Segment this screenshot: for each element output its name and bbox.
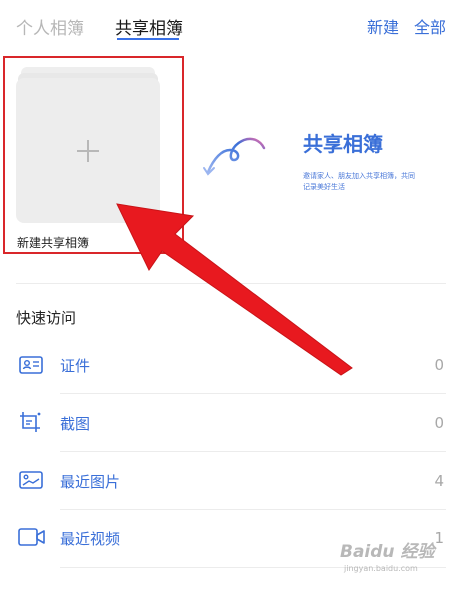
quick-access-count: 4 [434,472,444,490]
divider [16,283,446,284]
active-tab-indicator [117,38,179,40]
quick-access-count: 1 [434,529,444,547]
quick-access-count: 0 [434,356,444,374]
promo-title: 共享相簿 [303,132,383,156]
quick-access-title: 快速访问 [16,309,77,327]
new-button[interactable]: 新建 [367,14,399,38]
watermark-logo-text: Baidu 经验 [340,542,435,562]
baidu-watermark: Baidu 经验 jingyan.baidu.com [340,537,435,573]
annotation-highlight-box [3,56,184,254]
divider [60,509,446,510]
quick-access-label: 截图 [60,415,91,433]
tab-personal-albums[interactable]: 个人相簿 [16,14,84,39]
quick-access-count: 0 [434,414,444,432]
image-icon [19,471,43,489]
tab-shared-albums[interactable]: 共享相簿 [115,14,183,39]
divider [60,451,446,452]
divider [60,393,446,394]
watermark-url: jingyan.baidu.com [344,564,418,573]
id-card-icon [19,356,43,374]
screenshot-icon [20,412,41,432]
quick-access-label: 最近图片 [60,473,121,491]
quick-access-label: 证件 [60,357,91,375]
quick-access-label: 最近视频 [60,530,121,548]
promo-description: 邀请家人、朋友加入共享相簿，共同记录美好生活 [303,172,415,191]
swoosh-illustration-icon [203,137,266,176]
video-icon [18,528,45,546]
all-button[interactable]: 全部 [414,14,446,38]
